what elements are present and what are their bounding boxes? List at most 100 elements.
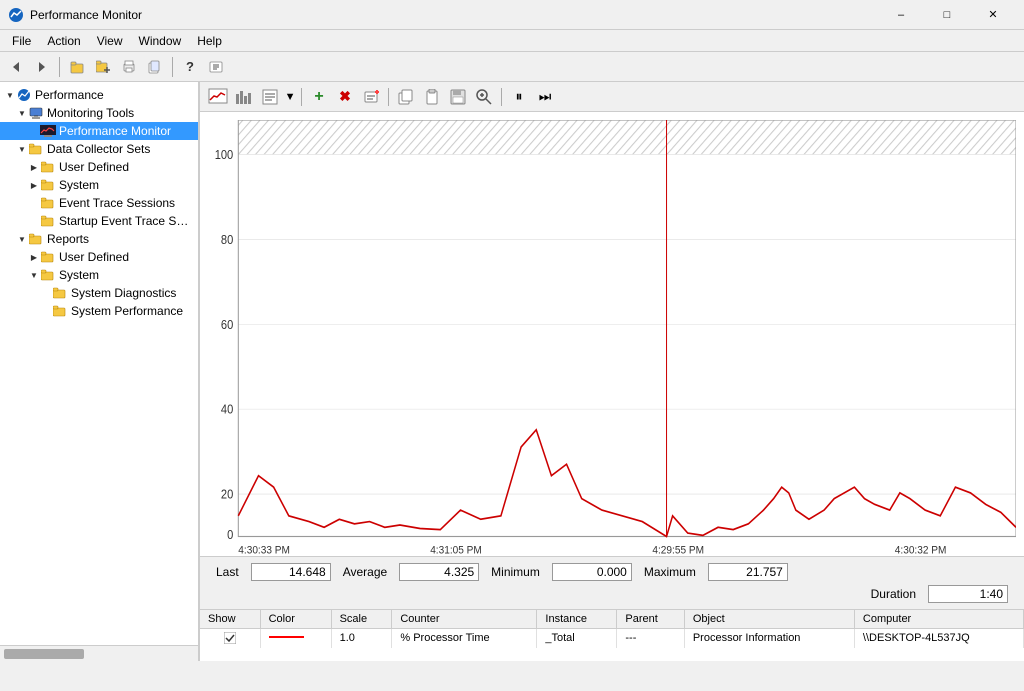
main-layout: ▼ Performance ▼ (0, 82, 1024, 661)
sperf-icon (52, 303, 68, 319)
report-view-button[interactable] (258, 85, 282, 109)
monitoring-icon (28, 105, 44, 121)
next-button[interactable]: ⏭ (533, 85, 557, 109)
back-button[interactable] (4, 55, 28, 79)
perf-monitor-icon (40, 123, 56, 139)
tree-startup-event[interactable]: ▶ Startup Event Trace Sess... (0, 212, 198, 230)
col-object: Object (684, 610, 854, 628)
add-counter-button[interactable]: + (307, 85, 331, 109)
cell-show (200, 628, 260, 648)
tree-system-2[interactable]: ▼ System (0, 266, 198, 284)
chart-view-button[interactable] (206, 85, 230, 109)
toggle-reports[interactable]: ▼ (16, 233, 28, 245)
export-button[interactable] (143, 55, 167, 79)
table-row[interactable]: 1.0 % Processor Time _Total --- Processo… (200, 628, 1024, 648)
properties-button[interactable] (204, 55, 228, 79)
cell-object: Processor Information (684, 628, 854, 648)
minimize-button[interactable]: – (878, 0, 924, 30)
user-defined-1-label: User Defined (59, 160, 129, 174)
col-instance: Instance (537, 610, 617, 628)
col-counter: Counter (392, 610, 537, 628)
duration-label: Duration (871, 587, 916, 601)
svg-text:0: 0 (227, 527, 234, 542)
histogram-view-button[interactable] (232, 85, 256, 109)
toggle-sys1[interactable]: ▶ (28, 179, 40, 191)
reports-label: Reports (47, 232, 89, 246)
zoom-button[interactable] (472, 85, 496, 109)
title-bar: Performance Monitor – □ ✕ (0, 0, 1024, 30)
reports-icon (28, 231, 44, 247)
ud1-icon (40, 159, 56, 175)
monitoring-tools-label: Monitoring Tools (47, 106, 134, 120)
main-toolbar: ? (0, 52, 1024, 82)
system-1-label: System (59, 178, 99, 192)
tree-system-1[interactable]: ▶ System (0, 176, 198, 194)
pause-button[interactable]: ⏸ (507, 85, 531, 109)
view-dropdown[interactable]: ▼ (284, 85, 296, 109)
toggle-ud2[interactable]: ▶ (28, 251, 40, 263)
print-button[interactable] (117, 55, 141, 79)
maximum-value: 21.757 (708, 563, 788, 581)
close-button[interactable]: ✕ (970, 0, 1016, 30)
user-defined-2-label: User Defined (59, 250, 129, 264)
tree-reports[interactable]: ▼ Reports (0, 230, 198, 248)
menu-file[interactable]: File (4, 32, 39, 50)
help-button[interactable]: ? (178, 55, 202, 79)
toggle-sys2[interactable]: ▼ (28, 269, 40, 281)
toggle-dcs[interactable]: ▼ (16, 143, 28, 155)
menu-action[interactable]: Action (39, 32, 88, 50)
sdiag-icon (52, 285, 68, 301)
sys1-icon (40, 177, 56, 193)
right-panel: ▼ + ✖ (200, 82, 1024, 661)
tree-performance-monitor[interactable]: ▶ Performance Monitor (0, 122, 198, 140)
col-computer: Computer (854, 610, 1023, 628)
et-icon (40, 195, 56, 211)
toggle-ud1[interactable]: ▶ (28, 161, 40, 173)
average-value: 4.325 (399, 563, 479, 581)
chart-area: 100 80 60 40 20 0 (200, 112, 1024, 556)
maximum-label: Maximum (644, 565, 696, 579)
copy-button[interactable] (394, 85, 418, 109)
svg-text:4:30:33 PM: 4:30:33 PM (238, 544, 290, 556)
svg-text:4:30:32 PM: 4:30:32 PM (895, 544, 947, 556)
paste-button[interactable] (420, 85, 444, 109)
show-checkbox[interactable] (208, 632, 252, 644)
chart-sep-3 (501, 88, 502, 106)
svg-text:80: 80 (221, 232, 234, 247)
forward-button[interactable] (30, 55, 54, 79)
save-button[interactable] (446, 85, 470, 109)
tree-root-performance[interactable]: ▼ Performance (0, 86, 198, 104)
svg-text:4:31:05 PM: 4:31:05 PM (430, 544, 482, 556)
cell-scale: 1.0 (331, 628, 392, 648)
stats-row-1: Last 14.648 Average 4.325 Minimum 0.000 … (216, 561, 1008, 583)
delete-counter-button[interactable]: ✖ (333, 85, 357, 109)
tree-event-trace[interactable]: ▶ Event Trace Sessions (0, 194, 198, 212)
toggle-performance[interactable]: ▼ (4, 89, 16, 101)
ud2-icon (40, 249, 56, 265)
performance-icon (16, 87, 32, 103)
dcs-icon (28, 141, 44, 157)
tree-user-defined-1[interactable]: ▶ User Defined (0, 158, 198, 176)
menu-view[interactable]: View (89, 32, 131, 50)
menu-window[interactable]: Window (131, 32, 190, 50)
scrollbar-thumb[interactable] (4, 649, 84, 659)
left-scrollbar[interactable] (0, 645, 198, 661)
window-controls: – □ ✕ (878, 0, 1016, 30)
se-icon (40, 213, 56, 229)
svg-text:4:29:55 PM: 4:29:55 PM (652, 544, 704, 556)
new-folder-button[interactable] (91, 55, 115, 79)
maximize-button[interactable]: □ (924, 0, 970, 30)
system-2-label: System (59, 268, 99, 282)
color-line (269, 632, 323, 644)
tree-monitoring-tools[interactable]: ▼ Monitoring Tools (0, 104, 198, 122)
tree-data-collector-sets[interactable]: ▼ Data Collector Sets (0, 140, 198, 158)
counter-properties-button[interactable] (359, 85, 383, 109)
col-show: Show (200, 610, 260, 628)
tree-system-diagnostics[interactable]: ▶ System Diagnostics (0, 284, 198, 302)
chart-sep-1 (301, 88, 302, 106)
tree-user-defined-2[interactable]: ▶ User Defined (0, 248, 198, 266)
open-button[interactable] (65, 55, 89, 79)
menu-help[interactable]: Help (189, 32, 230, 50)
tree-system-performance[interactable]: ▶ System Performance (0, 302, 198, 320)
toggle-monitoring[interactable]: ▼ (16, 107, 28, 119)
